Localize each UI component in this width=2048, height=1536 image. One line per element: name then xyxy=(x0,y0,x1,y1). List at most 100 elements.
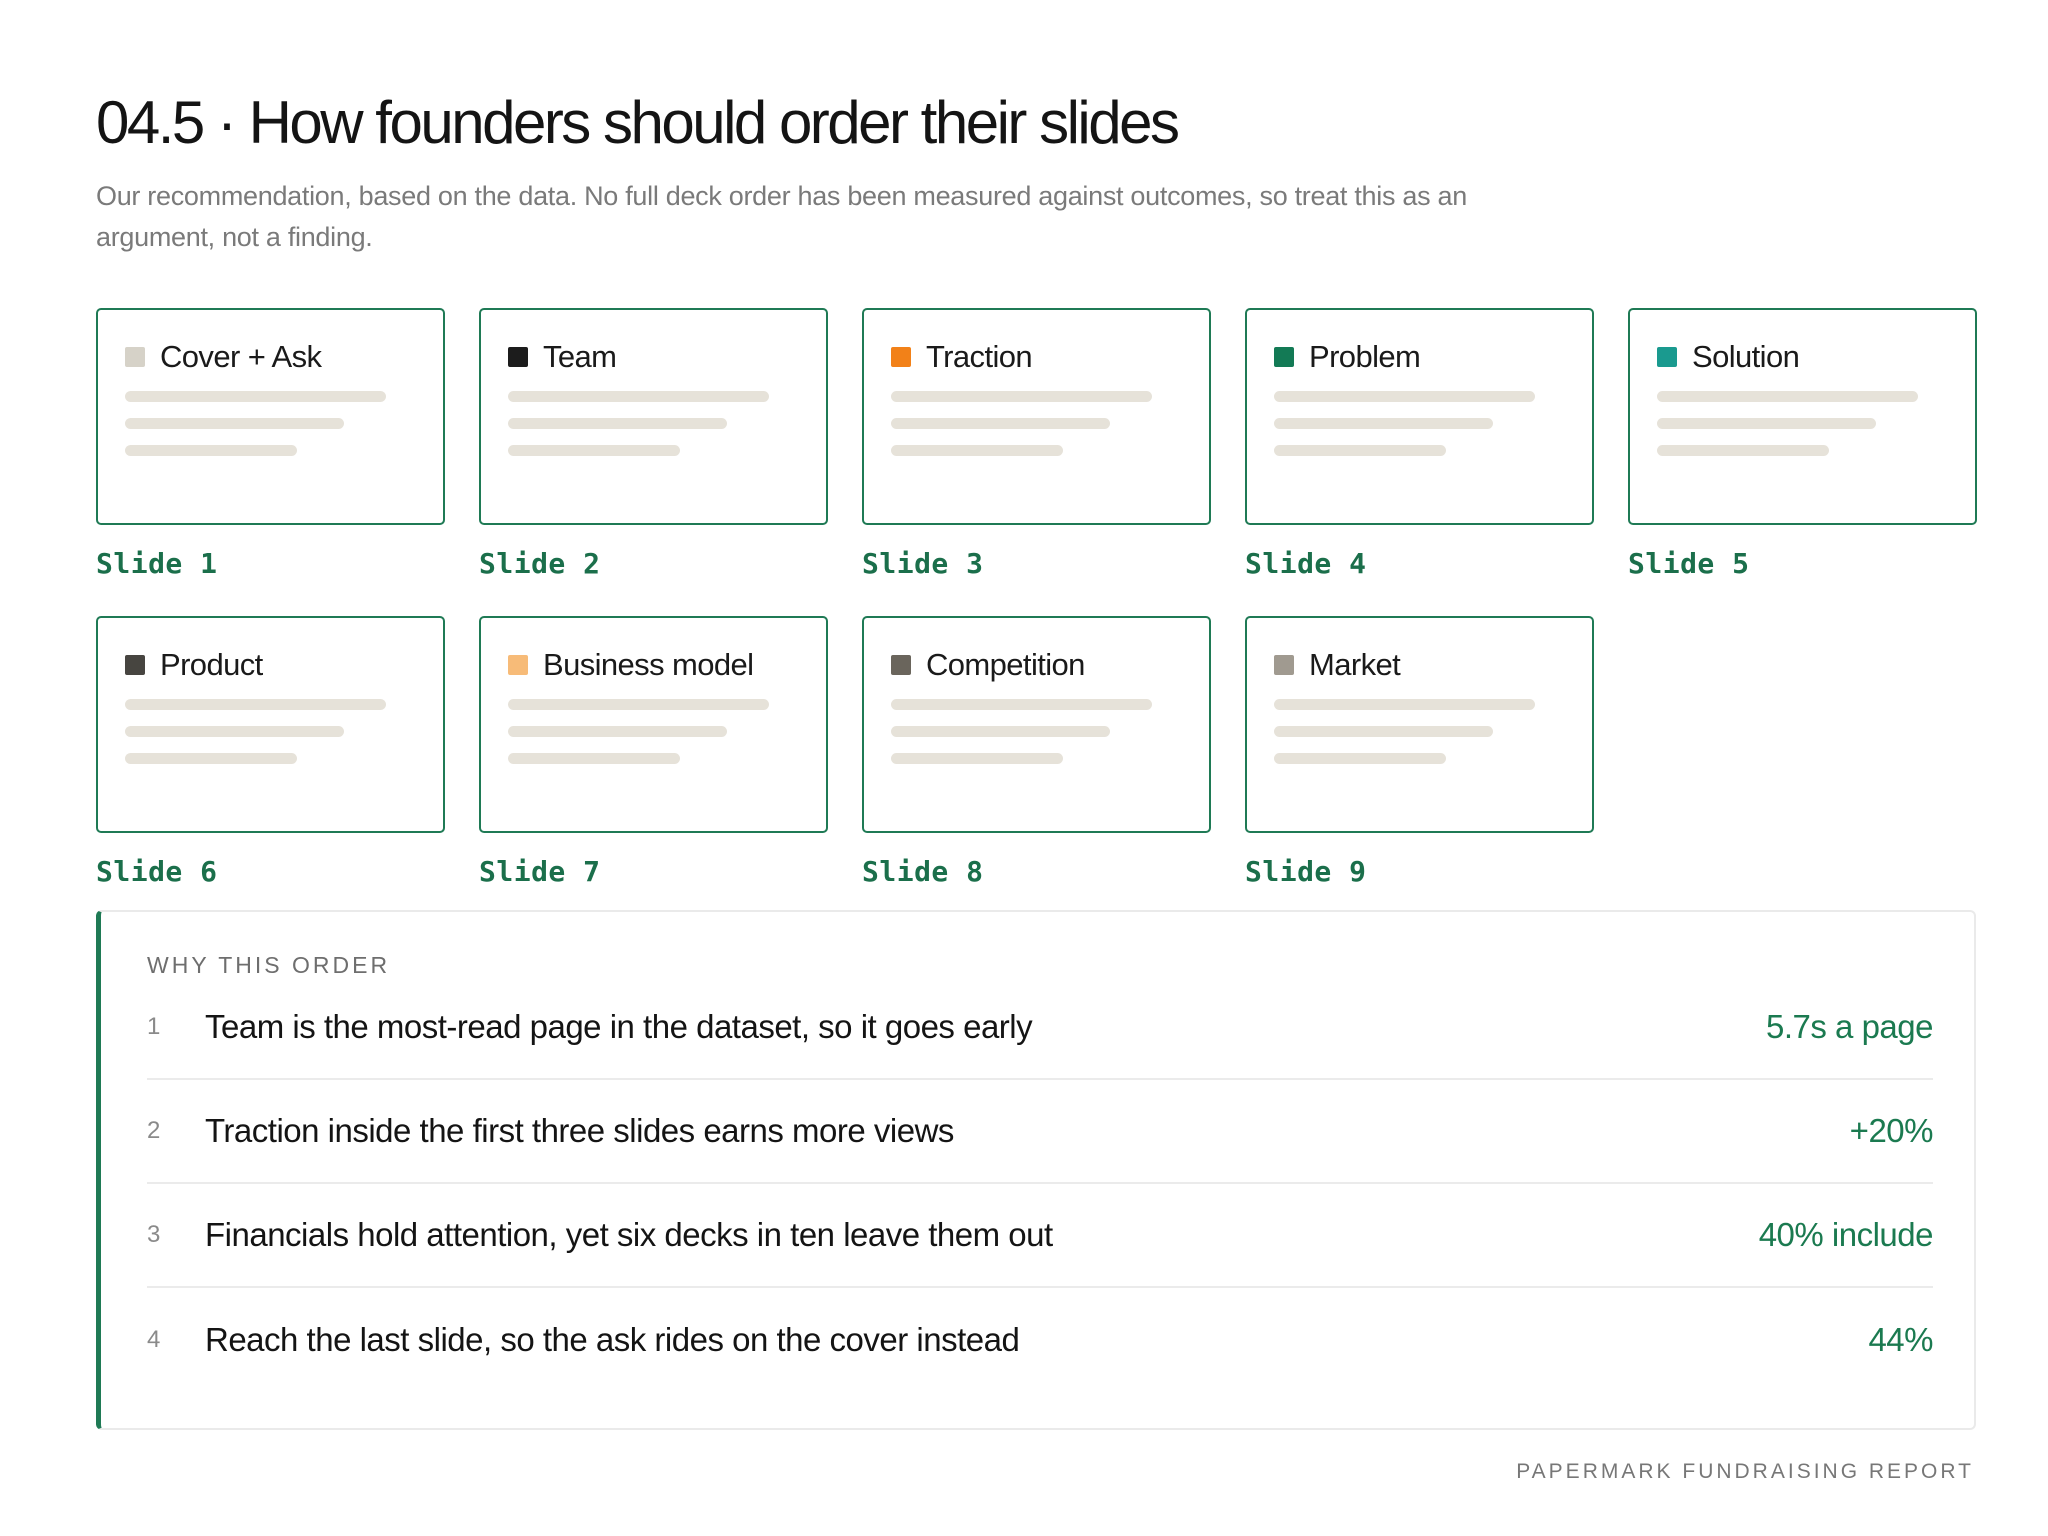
color-swatch-icon xyxy=(1274,347,1294,367)
reason-stat: 40% include xyxy=(1758,1216,1934,1253)
slide-thumbnail: Solution xyxy=(1628,308,1977,525)
placeholder-line xyxy=(1274,699,1535,710)
slide-number-label: Slide 8 xyxy=(862,855,984,888)
slide-title: Market xyxy=(1309,647,1401,682)
slide-header: Market xyxy=(1274,647,1565,682)
slide-title: Product xyxy=(160,647,263,682)
slide-thumbnail: Cover + Ask xyxy=(96,308,445,525)
slide-number-label: Slide 7 xyxy=(479,855,601,888)
slide-card-6: Product Slide 6 xyxy=(96,616,445,888)
color-swatch-icon xyxy=(1657,347,1677,367)
slide-thumbnail: Traction xyxy=(862,308,1211,525)
placeholder-line xyxy=(125,726,344,737)
slide-title: Business model xyxy=(543,647,754,682)
reason-text: Reach the last slide, so the ask rides o… xyxy=(205,1321,1020,1358)
slide-title: Competition xyxy=(926,647,1085,682)
slide-number-label: Slide 2 xyxy=(479,547,601,580)
color-swatch-icon xyxy=(891,655,911,675)
placeholder-line xyxy=(1274,753,1446,764)
placeholder-line xyxy=(508,726,727,737)
placeholder-line xyxy=(1274,391,1535,402)
placeholder-line xyxy=(125,699,386,710)
placeholder-line xyxy=(1657,418,1876,429)
placeholder-line xyxy=(891,699,1152,710)
placeholder-line xyxy=(125,391,386,402)
slide-title: Team xyxy=(543,339,617,374)
report-footer: PAPERMARK FUNDRAISING REPORT xyxy=(1516,1460,1974,1483)
reason-stat: 5.7s a page xyxy=(1766,1008,1933,1045)
reason-text: Financials hold attention, yet six decks… xyxy=(205,1216,1053,1253)
why-heading: WHY THIS ORDER xyxy=(147,952,391,978)
color-swatch-icon xyxy=(508,347,528,367)
why-this-order-panel: WHY THIS ORDER 1 Team is the most-read p… xyxy=(96,910,1976,1430)
slide-title: Traction xyxy=(926,339,1033,374)
placeholder-line xyxy=(891,445,1063,456)
slide-header: Solution xyxy=(1657,339,1948,374)
slide-header: Traction xyxy=(891,339,1182,374)
slide-header: Team xyxy=(508,339,799,374)
report-page: 04.5 · How founders should order their s… xyxy=(0,0,2048,1536)
slide-card-3: Traction Slide 3 xyxy=(862,308,1211,580)
placeholder-line xyxy=(125,445,297,456)
slide-number-label: Slide 4 xyxy=(1245,547,1367,580)
placeholder-line xyxy=(508,445,680,456)
slide-number-label: Slide 3 xyxy=(862,547,984,580)
placeholder-line xyxy=(891,726,1110,737)
placeholder-line xyxy=(1274,445,1446,456)
slide-number-label: Slide 5 xyxy=(1628,547,1750,580)
slide-thumbnail: Business model xyxy=(479,616,828,833)
reason-row: 3 Financials hold attention, yet six dec… xyxy=(147,1184,1934,1288)
placeholder-line xyxy=(891,753,1063,764)
slide-header: Competition xyxy=(891,647,1182,682)
reason-number: 2 xyxy=(147,1117,161,1144)
page-subtitle: Our recommendation, based on the data. N… xyxy=(96,181,1467,252)
reason-stat: 44% xyxy=(1868,1321,1933,1358)
slide-thumbnail: Problem xyxy=(1245,308,1594,525)
placeholder-line xyxy=(508,391,769,402)
placeholder-line xyxy=(891,391,1152,402)
slide-card-2: Team Slide 2 xyxy=(479,308,828,580)
placeholder-line xyxy=(1274,418,1493,429)
slide-title: Solution xyxy=(1692,339,1800,374)
slide-title: Problem xyxy=(1309,339,1421,374)
slide-number-label: Slide 9 xyxy=(1245,855,1367,888)
reason-number: 3 xyxy=(147,1221,161,1248)
color-swatch-icon xyxy=(1274,655,1294,675)
reason-row: 2 Traction inside the first three slides… xyxy=(147,1080,1934,1184)
placeholder-line xyxy=(1657,445,1829,456)
page-title: 04.5 · How founders should order their s… xyxy=(96,89,1180,156)
reason-text: Traction inside the first three slides e… xyxy=(205,1112,954,1149)
placeholder-line xyxy=(891,418,1110,429)
slide-thumbnail: Product xyxy=(96,616,445,833)
reason-row: 4 Reach the last slide, so the ask rides… xyxy=(147,1288,1933,1392)
reason-number: 4 xyxy=(147,1326,161,1353)
reason-row: 1 Team is the most-read page in the data… xyxy=(147,976,1933,1080)
placeholder-line xyxy=(125,418,344,429)
placeholder-line xyxy=(1657,391,1918,402)
slide-number-label: Slide 1 xyxy=(96,547,218,580)
reason-stat: +20% xyxy=(1849,1112,1934,1149)
reason-text: Team is the most-read page in the datase… xyxy=(205,1008,1033,1045)
slide-thumbnail: Competition xyxy=(862,616,1211,833)
placeholder-line xyxy=(508,699,769,710)
slide-card-5: Solution Slide 5 xyxy=(1628,308,1977,580)
slide-header: Product xyxy=(125,647,416,682)
slide-card-9: Market Slide 9 xyxy=(1245,616,1594,888)
placeholder-line xyxy=(125,753,297,764)
slide-card-8: Competition Slide 8 xyxy=(862,616,1211,888)
placeholder-line xyxy=(508,418,727,429)
slide-header: Cover + Ask xyxy=(125,339,416,374)
slide-header: Problem xyxy=(1274,339,1565,374)
color-swatch-icon xyxy=(508,655,528,675)
reason-number: 1 xyxy=(147,1013,161,1040)
slide-card-4: Problem Slide 4 xyxy=(1245,308,1594,580)
slide-card-1: Cover + Ask Slide 1 xyxy=(96,308,445,580)
color-swatch-icon xyxy=(125,347,145,367)
slide-card-7: Business model Slide 7 xyxy=(479,616,828,888)
slide-header: Business model xyxy=(508,647,799,682)
slide-thumbnail: Team xyxy=(479,308,828,525)
slide-thumbnail: Market xyxy=(1245,616,1594,833)
slide-number-label: Slide 6 xyxy=(96,855,218,888)
slide-title: Cover + Ask xyxy=(160,339,322,374)
color-swatch-icon xyxy=(125,655,145,675)
